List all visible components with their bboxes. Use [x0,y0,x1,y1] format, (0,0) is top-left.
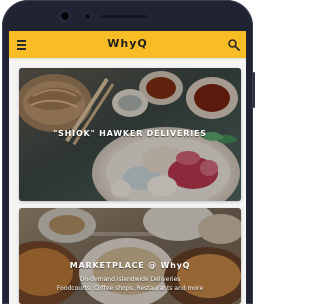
hawker-deliveries-card[interactable]: "SHIOK" HAWKER DELIVERIES [19,68,241,201]
search-icon [228,39,240,51]
app-bar: WhyQ [9,31,246,58]
search-button[interactable] [227,37,241,51]
marketplace-card-subtitle: On-demand islandwide Deliveries Foodcour… [19,275,241,293]
app-screen: WhyQ "SHIOK" HAWKER DELIVERIES MARKETPLA… [9,31,246,304]
hawker-card-title: "SHIOK" HAWKER DELIVERIES [53,129,207,138]
marketplace-card-title: MARKETPLACE @ WhyQ [69,261,191,270]
main-content: "SHIOK" HAWKER DELIVERIES MARKETPLACE @ … [9,68,246,304]
proximity-sensor [85,14,90,19]
earpiece-speaker [101,15,147,18]
phone-side-button [253,72,255,108]
marketplace-card[interactable]: MARKETPLACE @ WhyQ On-demand islandwide … [19,208,241,304]
app-title: WhyQ [107,37,148,50]
marketplace-subtitle-line: Foodcourts, Coffee shops, Restaurants an… [56,285,204,292]
phone-frame: WhyQ "SHIOK" HAWKER DELIVERIES MARKETPLA… [0,0,255,304]
marketplace-subtitle-line: On-demand islandwide Deliveries [79,276,181,283]
front-camera [61,12,69,20]
